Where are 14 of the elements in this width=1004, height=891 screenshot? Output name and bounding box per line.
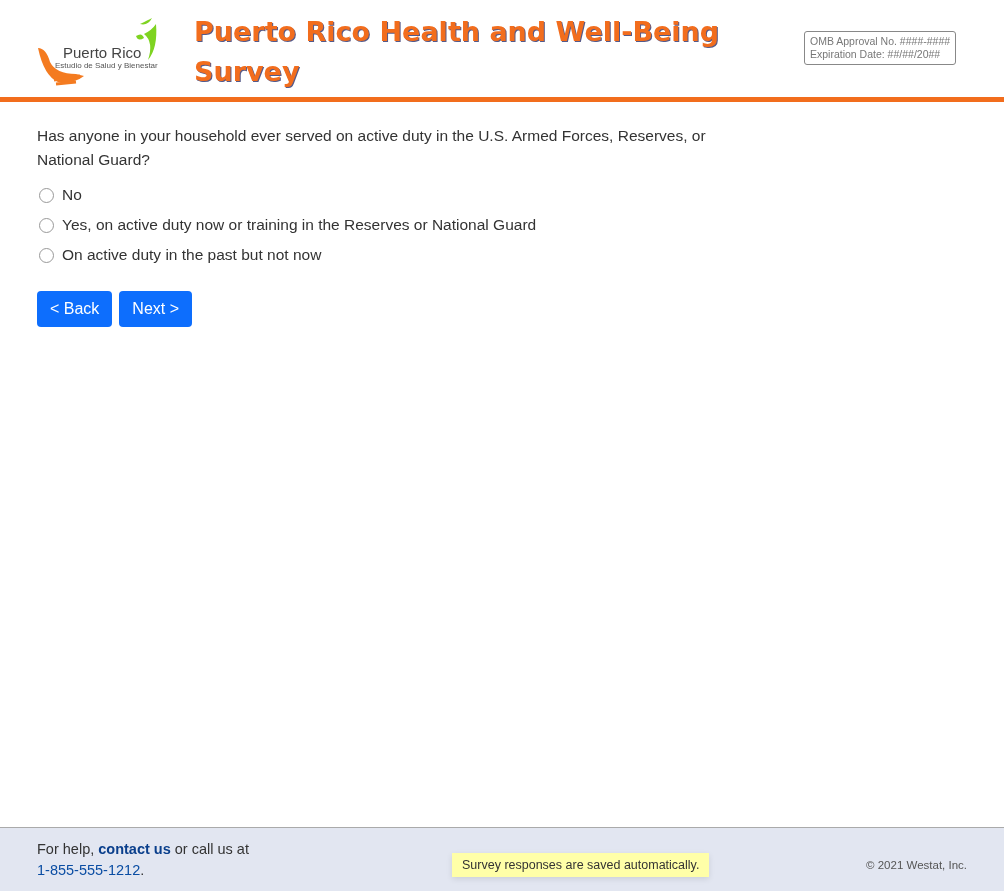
autosave-notice: Survey responses are saved automatically. [452,852,710,877]
question-text: Has anyone in your household ever served on active duty in the U.S. Armed Forces, Reserves, or National Guard? [37,126,707,170]
option-label[interactable]: On active duty in the past but not now [62,246,322,264]
contact-link[interactable]: contact us [98,840,171,857]
survey-title: Puerto Rico Health and Well-Being Survey [194,15,721,89]
option-label[interactable]: No [62,186,82,204]
option-label[interactable]: Yes, on active duty now or training in the Reserves or National Guard [62,216,537,234]
copyright-text: © 2021 Westat, Inc. [866,858,967,871]
back-button[interactable]: < Back [37,291,113,327]
help-text: For help, contact us or call us at 1-855-555-1212. [37,839,250,880]
logo-text: Puerto Rico [63,45,143,61]
next-button[interactable]: Next > [119,291,193,327]
logo-tagline: Estudio de Salud y Bienestar [55,61,158,70]
omb-notice: OMB Approval No. ####-#### Expiration Date: ##/##/20## [804,31,957,65]
